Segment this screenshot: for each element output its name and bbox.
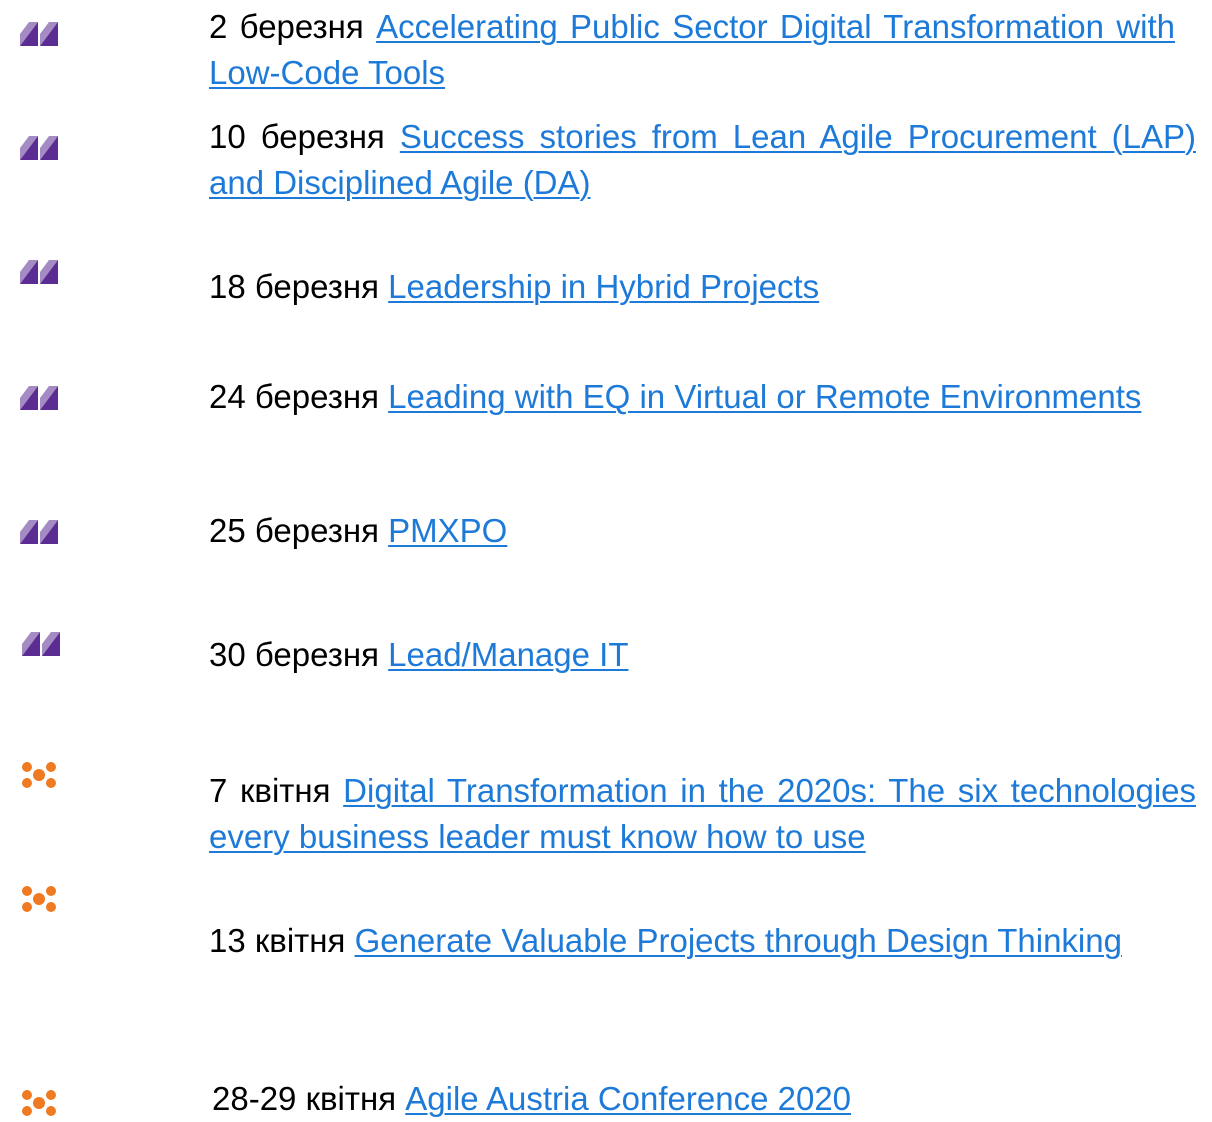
event-text: 28-29 квітня Agile Austria Conference 20… [212, 1076, 851, 1122]
event-link[interactable]: Digital Transformation in the 2020s: The… [209, 772, 1196, 855]
event-date: 18 березня [209, 268, 379, 305]
event-link[interactable]: Lead/Manage IT [388, 636, 628, 673]
event-date: 28-29 квітня [212, 1080, 397, 1117]
event-date: 24 березня [209, 378, 379, 415]
event-text: 18 березня Leadership in Hybrid Projects [209, 264, 819, 310]
event-text: 7 квітня Digital Transformation in the 2… [209, 768, 1196, 860]
orange-dots-icon [22, 762, 56, 788]
purple-triangles-icon [20, 386, 58, 410]
event-text: 24 березня Leading with EQ in Virtual or… [209, 374, 1175, 420]
event-text: 10 березня Success stories from Lean Agi… [209, 114, 1196, 206]
purple-triangles-icon [20, 260, 58, 284]
event-text: 30 березня Lead/Manage IT [209, 632, 628, 678]
event-date: 25 березня [209, 512, 379, 549]
event-link[interactable]: Generate Valuable Projects through Desig… [355, 922, 1122, 959]
event-date: 2 березня [209, 8, 364, 45]
event-text: 25 березня PMXPO [209, 508, 507, 554]
purple-triangles-icon [20, 520, 58, 544]
event-date: 13 квітня [209, 922, 346, 959]
orange-dots-icon [22, 1090, 56, 1116]
event-text: 2 березня Accelerating Public Sector Dig… [209, 4, 1175, 96]
event-link[interactable]: Agile Austria Conference 2020 [405, 1080, 851, 1117]
purple-triangles-icon [20, 22, 58, 46]
purple-triangles-icon [20, 136, 58, 160]
event-text: 13 квітня Generate Valuable Projects thr… [209, 918, 1196, 964]
event-date: 10 березня [209, 118, 385, 155]
event-date: 7 квітня [209, 772, 331, 809]
event-link[interactable]: Leading with EQ in Virtual or Remote Env… [388, 378, 1141, 415]
orange-dots-icon [22, 886, 56, 912]
purple-triangles-icon [22, 632, 60, 656]
event-link[interactable]: PMXPO [388, 512, 507, 549]
event-link[interactable]: Leadership in Hybrid Projects [388, 268, 819, 305]
event-date: 30 березня [209, 636, 379, 673]
